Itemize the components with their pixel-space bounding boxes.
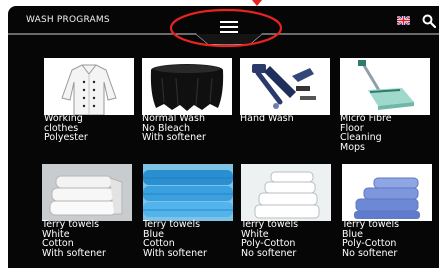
search-icon[interactable] — [422, 14, 436, 28]
uk-flag-icon[interactable] — [397, 16, 410, 25]
program-label-line: With softener — [42, 247, 106, 259]
clothing-items-image — [240, 58, 330, 115]
program-label-line: Mops — [340, 141, 365, 153]
program-label: Terry towels White Poly-Cotton No soften… — [241, 220, 337, 258]
white-towel-stack-image — [241, 164, 331, 221]
wash-programs-screen: WASH PROGRAMS Working clothes Polyester … — [8, 6, 439, 268]
program-label-line: With softener — [143, 247, 207, 259]
program-label: Terry towels White Cotton With softener — [42, 220, 138, 258]
page-title: WASH PROGRAMS — [26, 15, 110, 25]
blue-towels-image — [143, 164, 233, 221]
blue-towel-stack-image — [342, 164, 432, 221]
program-label: Terry towels Blue Cotton With softener — [143, 220, 239, 258]
program-label-line: With softener — [142, 132, 206, 143]
hamburger-menu-icon[interactable] — [210, 17, 248, 39]
program-label-line: No softener — [342, 247, 398, 259]
program-label: Terry towels Blue Poly-Cotton No softene… — [342, 220, 438, 258]
top-bar: WASH PROGRAMS — [8, 6, 439, 45]
program-label-line: Polyester — [44, 132, 88, 143]
program-label: Working clothes Polyester — [44, 114, 140, 143]
chef-jacket-image — [44, 58, 134, 115]
black-tablecloth-image — [142, 58, 232, 115]
program-label-line: No softener — [241, 247, 297, 259]
white-towels-image — [42, 164, 132, 221]
program-label: Hand Wash — [240, 114, 336, 124]
program-label-line: Hand Wash — [240, 113, 294, 124]
program-label: Normal Wash No Bleach With softener — [142, 114, 238, 143]
floor-mop-image — [340, 58, 430, 115]
program-label: Micro Fibre Floor Cleaning Mops — [340, 114, 436, 152]
